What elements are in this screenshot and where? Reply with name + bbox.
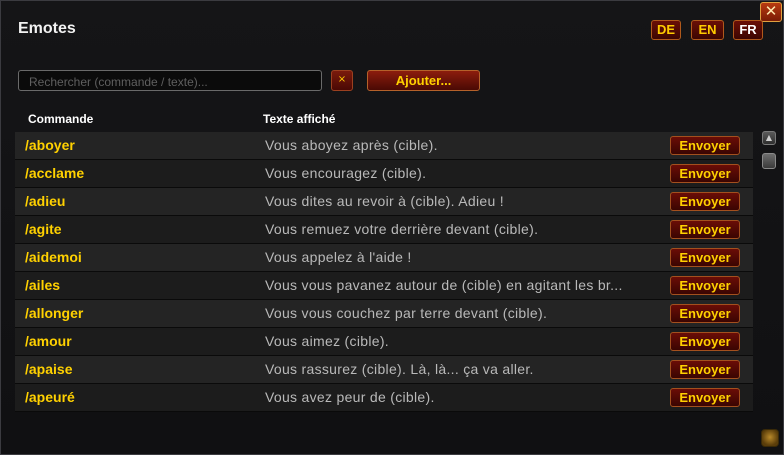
lang-button-de[interactable]: DE bbox=[651, 20, 681, 40]
list-scrollbar[interactable]: ▲ bbox=[761, 131, 777, 407]
send-button[interactable]: Envoyer bbox=[670, 332, 740, 351]
emote-command: /ailes bbox=[25, 277, 61, 293]
emotes-window: Emotes ✕ DE EN FR × Ajouter... Commande … bbox=[0, 0, 784, 455]
emote-text: Vous encouragez (cible). bbox=[265, 165, 427, 181]
emote-row: /aboyer Vous aboyez après (cible). Envoy… bbox=[15, 132, 753, 160]
emote-command: /adieu bbox=[25, 193, 66, 209]
emote-text: Vous avez peur de (cible). bbox=[265, 389, 435, 405]
search-input[interactable] bbox=[18, 70, 322, 91]
emote-text: Vous aimez (cible). bbox=[265, 333, 389, 349]
window-title: Emotes bbox=[18, 20, 76, 37]
emote-command: /amour bbox=[25, 333, 72, 349]
emote-text: Vous appelez à l'aide ! bbox=[265, 249, 412, 265]
emote-command: /apaise bbox=[25, 361, 73, 377]
scroll-thumb[interactable] bbox=[762, 153, 776, 169]
emote-row: /allonger Vous vous couchez par terre de… bbox=[15, 300, 753, 328]
emote-row: /apaise Vous rassurez (cible). Là, là...… bbox=[15, 356, 753, 384]
send-button[interactable]: Envoyer bbox=[670, 388, 740, 407]
send-button[interactable]: Envoyer bbox=[670, 276, 740, 295]
emote-text: Vous aboyez après (cible). bbox=[265, 137, 438, 153]
emote-command: /aboyer bbox=[25, 137, 75, 153]
emote-text: Vous remuez votre derrière devant (cible… bbox=[265, 221, 539, 237]
emote-row: /amour Vous aimez (cible). Envoyer bbox=[15, 328, 753, 356]
emote-list: /aboyer Vous aboyez après (cible). Envoy… bbox=[15, 132, 753, 412]
emote-command: /apeuré bbox=[25, 389, 75, 405]
emote-command: /allonger bbox=[25, 305, 84, 321]
emote-text: Vous dites au revoir à (cible). Adieu ! bbox=[265, 193, 504, 209]
emote-command: /aidemoi bbox=[25, 249, 82, 265]
send-button[interactable]: Envoyer bbox=[670, 192, 740, 211]
send-button[interactable]: Envoyer bbox=[670, 360, 740, 379]
add-emote-button[interactable]: Ajouter... bbox=[367, 70, 480, 91]
column-header-text: Texte affiché bbox=[263, 112, 336, 126]
lang-button-fr[interactable]: FR bbox=[733, 20, 763, 40]
close-button[interactable]: ✕ bbox=[760, 2, 782, 22]
emote-row: /acclame Vous encouragez (cible). Envoye… bbox=[15, 160, 753, 188]
emote-row: /aidemoi Vous appelez à l'aide ! Envoyer bbox=[15, 244, 753, 272]
send-button[interactable]: Envoyer bbox=[670, 220, 740, 239]
send-button[interactable]: Envoyer bbox=[670, 164, 740, 183]
emote-command: /acclame bbox=[25, 165, 85, 181]
send-button[interactable]: Envoyer bbox=[670, 304, 740, 323]
emote-row: /adieu Vous dites au revoir à (cible). A… bbox=[15, 188, 753, 216]
scroll-up-icon[interactable]: ▲ bbox=[762, 131, 776, 145]
emote-command: /agite bbox=[25, 221, 62, 237]
send-button[interactable]: Envoyer bbox=[670, 248, 740, 267]
column-header-command: Commande bbox=[28, 112, 94, 126]
emote-row: /apeuré Vous avez peur de (cible). Envoy… bbox=[15, 384, 753, 412]
emote-text: Vous vous couchez par terre devant (cibl… bbox=[265, 305, 548, 321]
send-button[interactable]: Envoyer bbox=[670, 136, 740, 155]
clear-search-button[interactable]: × bbox=[331, 70, 353, 91]
lang-button-en[interactable]: EN bbox=[691, 20, 724, 40]
emote-text: Vous vous pavanez autour de (cible) en a… bbox=[265, 277, 623, 293]
emote-row: /agite Vous remuez votre derrière devant… bbox=[15, 216, 753, 244]
resize-grip-icon[interactable] bbox=[761, 429, 779, 447]
emote-text: Vous rassurez (cible). Là, là... ça va a… bbox=[265, 361, 534, 377]
emote-row: /ailes Vous vous pavanez autour de (cibl… bbox=[15, 272, 753, 300]
